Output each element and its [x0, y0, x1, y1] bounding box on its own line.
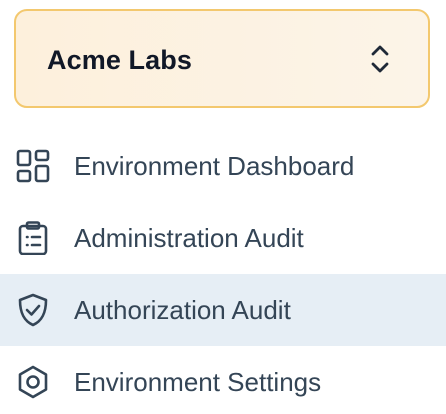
settings-hexagon-icon: [18, 365, 48, 399]
nav-item-environment-dashboard[interactable]: Environment Dashboard: [0, 130, 446, 202]
nav-menu: Environment Dashboard Administration Aud…: [0, 130, 446, 414]
clipboard-list-icon: [18, 221, 48, 255]
nav-item-label: Administration Audit: [74, 223, 304, 253]
nav-item-authorization-audit[interactable]: Authorization Audit: [0, 274, 446, 346]
nav-item-environment-settings[interactable]: Environment Settings: [0, 346, 446, 414]
chevron-up-down-icon: [371, 45, 389, 73]
nav-item-administration-audit[interactable]: Administration Audit: [0, 202, 446, 274]
org-switcher-button[interactable]: Acme Labs: [14, 9, 430, 108]
sidebar: Acme Labs Environment Dashboard Administ…: [0, 0, 446, 414]
nav-item-label: Environment Dashboard: [74, 151, 355, 181]
shield-check-icon: [18, 293, 48, 327]
grid-icon: [16, 149, 50, 183]
nav-item-label: Environment Settings: [74, 367, 322, 397]
org-name: Acme Labs: [47, 45, 192, 75]
nav-item-label: Authorization Audit: [74, 295, 291, 325]
